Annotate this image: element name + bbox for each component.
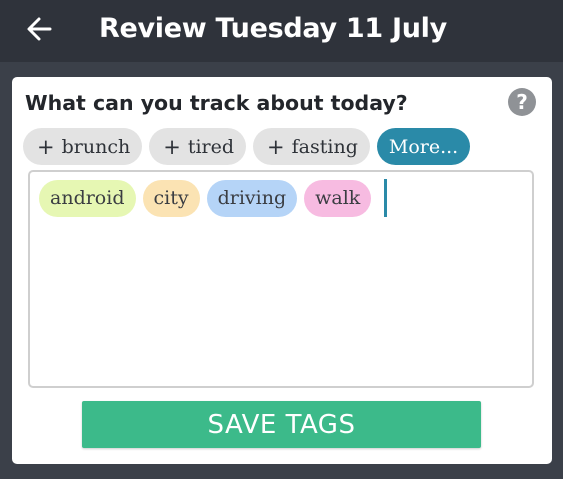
help-icon[interactable]: ? (508, 88, 536, 116)
text-cursor (384, 179, 388, 217)
back-button[interactable] (22, 12, 56, 46)
suggestion-chip-tired[interactable]: + tired (149, 128, 247, 165)
more-button[interactable]: More... (376, 128, 471, 165)
save-tags-button[interactable]: SAVE TAGS (82, 401, 481, 448)
suggestion-label: tired (187, 135, 235, 158)
page-title: Review Tuesday 11 July (99, 13, 447, 44)
plus-icon: + (37, 134, 55, 159)
suggestion-label: brunch (61, 135, 131, 158)
tags-input[interactable]: android city driving walk (28, 170, 534, 388)
plus-icon: + (267, 134, 285, 159)
plus-icon: + (163, 134, 181, 159)
suggestion-label: fasting (291, 135, 358, 158)
app-bar: Review Tuesday 11 July (0, 0, 563, 62)
suggestion-chip-fasting[interactable]: + fasting (253, 128, 370, 165)
tag-city[interactable]: city (142, 179, 200, 217)
tag-walk[interactable]: walk (304, 179, 372, 217)
suggestion-chip-brunch[interactable]: + brunch (23, 128, 143, 165)
selected-tags: android city driving walk (39, 179, 388, 217)
card-question: What can you track about today? (25, 91, 408, 115)
arrow-left-icon (27, 17, 52, 41)
tag-android[interactable]: android (39, 179, 136, 217)
tag-card: What can you track about today? ? + brun… (12, 77, 552, 464)
tag-driving[interactable]: driving (206, 179, 298, 217)
suggestion-chips: + brunch + tired + fasting More... (23, 128, 471, 165)
